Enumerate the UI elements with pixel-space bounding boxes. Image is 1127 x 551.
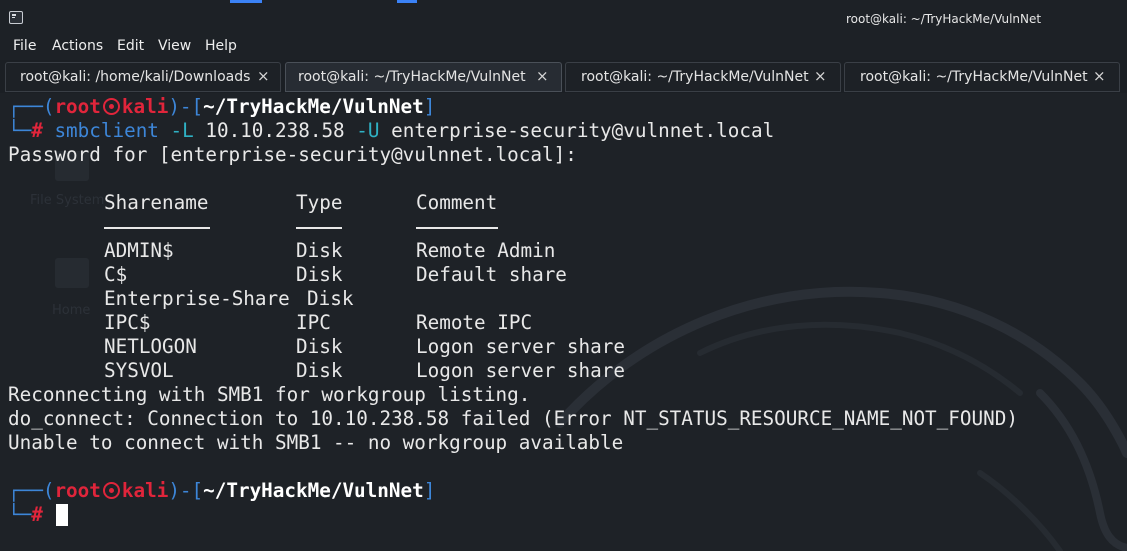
output-line: Unable to connect with SMB1 -- no workgr… — [8, 431, 624, 454]
menu-bar: File Actions Edit View Help — [0, 36, 1127, 60]
command-line: └─# smbclient -L 10.10.238.58 -U enterpr… — [8, 119, 775, 142]
share-name: IPC$ — [104, 311, 151, 334]
tab-label: root@kali: ~/TryHackMe/VulnNet — [298, 69, 526, 85]
menu-actions[interactable]: Actions — [52, 38, 103, 54]
share-type: Disk — [296, 359, 343, 382]
share-type: Disk — [296, 239, 343, 262]
share-comment: Logon server share — [416, 335, 625, 358]
close-icon[interactable]: × — [814, 68, 827, 84]
tab-label: root@kali: ~/TryHackMe/VulnNet — [860, 69, 1088, 85]
share-comment: Default share — [416, 263, 567, 286]
menu-edit[interactable]: Edit — [117, 38, 144, 54]
share-name: Enterprise-Share — [104, 287, 290, 310]
terminal-area[interactable]: File System Home ┌──(root kali)-[~/TryHac… — [0, 93, 1127, 551]
header-type: Type — [296, 191, 343, 214]
desktop-label-filesystem: File System — [30, 193, 105, 208]
skull-icon — [102, 98, 120, 115]
terminal-icon[interactable] — [9, 11, 23, 24]
header-comment: Comment — [416, 191, 498, 214]
title-accent-mark — [397, 0, 417, 3]
title-accent-mark — [230, 0, 262, 3]
share-name: ADMIN$ — [104, 239, 174, 262]
menu-view[interactable]: View — [158, 38, 191, 54]
tab-vulnnet-active[interactable]: root@kali: ~/TryHackMe/VulnNet × — [285, 62, 562, 92]
tab-label: root@kali: ~/TryHackMe/VulnNet — [581, 69, 809, 85]
header-underline — [104, 227, 210, 229]
tab-bar: root@kali: /home/kali/Downloads × root@k… — [0, 60, 1127, 93]
prompt-line-2: ┌──(root kali)-[~/TryHackMe/VulnNet] — [8, 479, 436, 502]
header-sharename: Sharename — [104, 191, 209, 214]
share-comment: Logon server share — [416, 359, 625, 382]
close-icon[interactable]: × — [1093, 68, 1106, 84]
share-type: Disk — [296, 335, 343, 358]
share-type: Disk — [296, 263, 343, 286]
window-title: root@kali: ~/TryHackMe/VulnNet — [846, 12, 1042, 26]
close-icon[interactable]: × — [536, 68, 549, 84]
text-cursor — [56, 504, 68, 526]
title-bar: root@kali: ~/TryHackMe/VulnNet — [0, 0, 1127, 36]
password-prompt: Password for [enterprise-security@vulnne… — [8, 143, 577, 166]
prompt-line-1: ┌──(root kali)-[~/TryHackMe/VulnNet] — [8, 95, 436, 118]
home-folder-icon — [55, 258, 89, 288]
share-type: Disk — [307, 287, 354, 310]
tab-vulnnet-3[interactable]: root@kali: ~/TryHackMe/VulnNet × — [844, 62, 1120, 92]
output-line: do_connect: Connection to 10.10.238.58 f… — [8, 407, 1018, 430]
share-type: IPC — [296, 311, 331, 334]
tab-label: root@kali: /home/kali/Downloads — [20, 69, 251, 85]
share-name: NETLOGON — [104, 335, 197, 358]
close-icon[interactable]: × — [257, 68, 270, 84]
input-line[interactable]: └─# — [8, 503, 43, 527]
output-line: Reconnecting with SMB1 for workgroup lis… — [8, 383, 531, 406]
header-underline — [416, 227, 498, 229]
share-name: SYSVOL — [104, 359, 174, 382]
share-comment: Remote Admin — [416, 239, 556, 262]
header-underline — [296, 227, 342, 229]
tab-downloads[interactable]: root@kali: /home/kali/Downloads × — [5, 62, 281, 92]
desktop-label-home: Home — [52, 303, 91, 318]
menu-file[interactable]: File — [13, 38, 36, 54]
tab-vulnnet-2[interactable]: root@kali: ~/TryHackMe/VulnNet × — [565, 62, 841, 92]
share-comment: Remote IPC — [416, 311, 533, 334]
skull-icon — [102, 482, 120, 499]
share-name: C$ — [104, 263, 128, 286]
menu-help[interactable]: Help — [205, 38, 237, 54]
